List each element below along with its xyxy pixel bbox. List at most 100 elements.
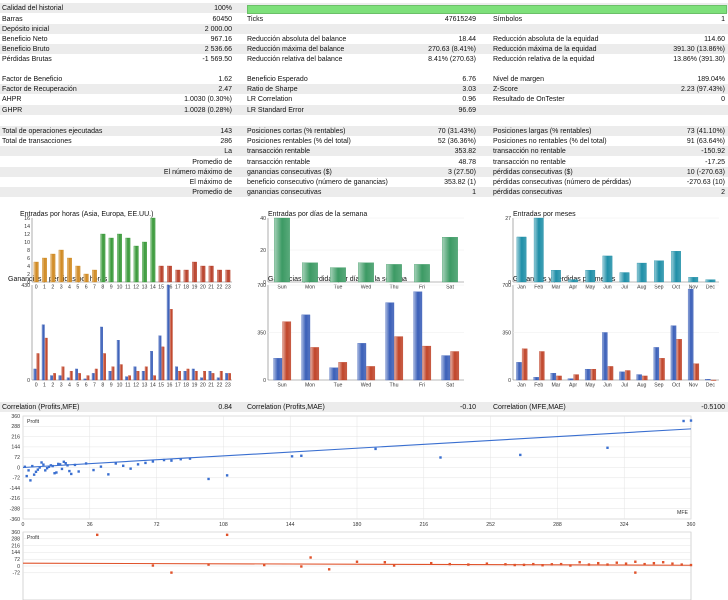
summary-value-1: -1 569.50 [202, 56, 232, 64]
loss-bar [607, 366, 614, 381]
corr2-label: Correlation (Profits,MAE) [247, 404, 325, 411]
profit-bar [125, 376, 128, 381]
stats-row: El número máximo de ganancias consecutiva… [0, 166, 728, 177]
scatter-point [99, 465, 103, 468]
loss-bar [310, 347, 320, 381]
summary-label-1: Beneficio Neto [2, 35, 48, 43]
x-tick-label: 12 [133, 383, 139, 389]
trade-value-1: 286 [220, 138, 232, 146]
corr3-value: -0.5100 [701, 404, 725, 411]
loss-bar [128, 375, 131, 381]
x-tick-label: 7 [93, 383, 96, 389]
scatter-point [47, 465, 51, 468]
x-tick-label: 11 [125, 285, 130, 291]
y-tick-label: 4 [27, 264, 30, 270]
trade-label-1: Total de transacciones [2, 138, 72, 146]
trade-value-3: 2 [721, 189, 725, 197]
x-tick-label: 108 [219, 522, 228, 528]
scatter-point [689, 419, 693, 422]
x-tick-label: 18 [183, 383, 189, 389]
ratio-value-2: 6.76 [462, 76, 476, 83]
scatter-point [522, 563, 526, 567]
ratio-value-1: 1.0030 (0.30%) [184, 96, 232, 104]
x-tick-label: Jan [517, 383, 525, 389]
profit-bar [273, 358, 283, 381]
trade-value-2: 48.78 [458, 158, 476, 166]
scatter-point [64, 462, 67, 465]
x-tick-label: Fri [419, 383, 425, 389]
loss-bar [676, 339, 682, 381]
scatter-point [682, 419, 685, 423]
profit-bar [75, 368, 78, 381]
scatter-point [51, 464, 54, 468]
y-tick-label: 350 [257, 330, 266, 336]
scatter2-ylabel: Profit [27, 535, 40, 541]
y-tick-label: -72 [13, 571, 21, 577]
scatter-point [136, 463, 140, 466]
stats-row: Factor de Recuperación 2.47 Ratio de Sharp… [0, 84, 728, 95]
ratio-value-2: 0.96 [462, 96, 476, 104]
x-tick-label: Thu [390, 383, 399, 389]
x-tick-label: Wed [361, 285, 372, 291]
entries-bar [192, 261, 197, 283]
x-tick-label: Sat [446, 285, 454, 291]
scatter-point [569, 564, 572, 567]
y-tick-label: 72 [14, 455, 20, 461]
trade-value-2: 353.82 [454, 148, 476, 156]
x-tick-label: 216 [419, 522, 428, 528]
trade-label-3: transacción no rentable [493, 158, 566, 166]
y-tick-label: 0 [263, 378, 266, 384]
loss-bar [61, 366, 65, 381]
trade-label-1: Promedio de [192, 158, 232, 166]
x-tick-label: Jul [621, 383, 628, 389]
summary-label-2: Reducción máxima del balance [247, 46, 345, 54]
x-tick-label: 0 [22, 522, 25, 528]
loss-bar [144, 366, 148, 381]
scatter-point [36, 468, 40, 471]
summary-value-1: 60450 [212, 15, 232, 23]
scatter-point [45, 467, 49, 470]
entries-bar [208, 265, 214, 283]
corr1-label: Correlation (Profits,MFE) [2, 404, 80, 411]
scatter-point [541, 564, 544, 567]
x-tick-label: 1 [43, 285, 46, 291]
x-tick-label: Aug [637, 383, 646, 389]
profit-bar [705, 379, 711, 381]
trade-label-2: transacción rentable [247, 148, 311, 156]
scatter-point [624, 562, 628, 565]
y-tick-label: 350 [502, 330, 511, 336]
scatter-point [383, 561, 387, 564]
profit-bar [216, 377, 220, 381]
scatter-point [68, 469, 71, 473]
profit-bar [584, 368, 591, 381]
ratio-value-3: 189.04% [697, 76, 725, 83]
x-tick-label: 1 [43, 383, 46, 389]
trade-label-3: pérdidas consecutivas (número de pérdida… [493, 179, 632, 186]
loss-bar [186, 368, 190, 381]
y-tick-label: 430 [21, 283, 30, 289]
trade-label-2: ganancias consecutivas [247, 189, 322, 197]
stats-row: La transacción rentable 353.82 transacción … [0, 146, 728, 157]
scatter-point [485, 562, 489, 565]
x-tick-label: Dec [706, 383, 716, 389]
trade-label-3: Posiciones largas (% rentables) [493, 128, 592, 135]
scatter-point [188, 457, 192, 460]
x-tick-label: 360 [687, 522, 696, 528]
x-tick-label: 15 [158, 285, 164, 291]
y-tick-label: -288 [10, 507, 20, 513]
chart-pl-months-title: Ganancias y pérdidas por meses [513, 276, 616, 283]
ratio-label-2: LR Correlation [247, 96, 293, 104]
scatter-point [263, 563, 266, 567]
x-tick-label: 20 [200, 383, 206, 389]
entries-bar [274, 217, 290, 283]
stats-row: Beneficio Bruto 2 536.66 Reducción máxima … [0, 44, 728, 55]
y-tick-label: 216 [11, 543, 20, 549]
trade-label-1: Total de operaciones ejecutadas [2, 128, 103, 135]
scatter-point [550, 563, 554, 566]
profit-bar [58, 375, 62, 381]
x-tick-label: Tue [334, 285, 343, 291]
loss-bar [710, 379, 717, 381]
profit-bar [33, 368, 37, 381]
ratio-label-1: AHPR [2, 96, 22, 104]
profit-bar [516, 362, 522, 381]
